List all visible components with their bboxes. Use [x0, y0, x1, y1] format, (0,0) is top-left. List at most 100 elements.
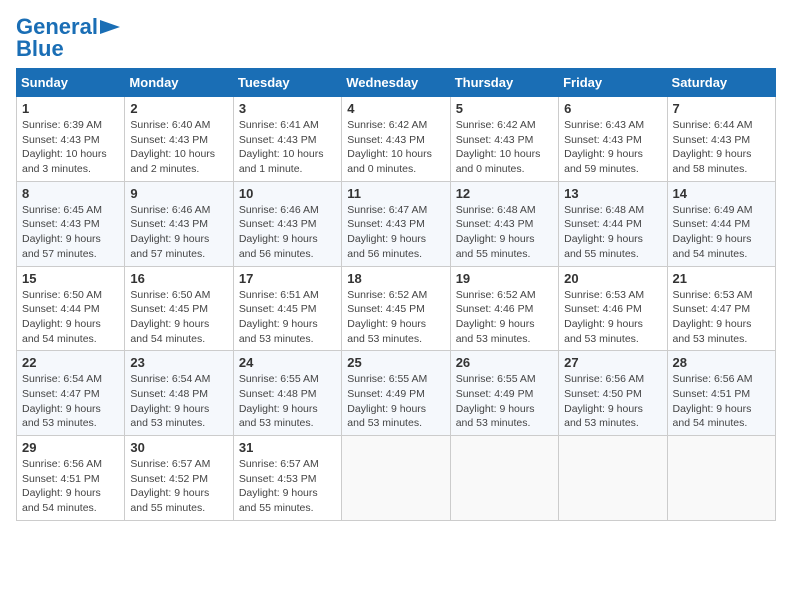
day-info: Sunrise: 6:55 AM Sunset: 4:48 PM Dayligh…: [239, 372, 336, 431]
day-number: 1: [22, 101, 119, 116]
day-number: 7: [673, 101, 770, 116]
header-day-tuesday: Tuesday: [233, 69, 341, 97]
day-info: Sunrise: 6:57 AM Sunset: 4:52 PM Dayligh…: [130, 457, 227, 516]
logo-subtext: Blue: [16, 38, 64, 60]
day-info: Sunrise: 6:53 AM Sunset: 4:47 PM Dayligh…: [673, 288, 770, 347]
calendar-cell: 17 Sunrise: 6:51 AM Sunset: 4:45 PM Dayli…: [233, 266, 341, 351]
day-info: Sunrise: 6:52 AM Sunset: 4:46 PM Dayligh…: [456, 288, 553, 347]
day-number: 24: [239, 355, 336, 370]
day-info: Sunrise: 6:42 AM Sunset: 4:43 PM Dayligh…: [456, 118, 553, 177]
calendar-cell: 6Sunrise: 6:43 AM Sunset: 4:43 PM Daylig…: [559, 97, 667, 182]
day-number: 29: [22, 440, 119, 455]
day-info: Sunrise: 6:42 AM Sunset: 4:43 PM Dayligh…: [347, 118, 444, 177]
day-number: 22: [22, 355, 119, 370]
day-number: 19: [456, 271, 553, 286]
day-number: 5: [456, 101, 553, 116]
calendar-cell: 26 Sunrise: 6:55 AM Sunset: 4:49 PM Dayli…: [450, 351, 558, 436]
calendar-body: 1Sunrise: 6:39 AM Sunset: 4:43 PM Daylig…: [17, 97, 776, 521]
day-number: 20: [564, 271, 661, 286]
day-number: 13: [564, 186, 661, 201]
logo: General Blue: [16, 16, 120, 60]
calendar-cell: 4 Sunrise: 6:42 AM Sunset: 4:43 PM Daylig…: [342, 97, 450, 182]
day-info: Sunrise: 6:46 AM Sunset: 4:43 PM Dayligh…: [130, 203, 227, 262]
header-row: SundayMondayTuesdayWednesdayThursdayFrid…: [17, 69, 776, 97]
day-number: 31: [239, 440, 336, 455]
day-info: Sunrise: 6:46 AM Sunset: 4:43 PM Dayligh…: [239, 203, 336, 262]
day-info: Sunrise: 6:54 AM Sunset: 4:48 PM Dayligh…: [130, 372, 227, 431]
calendar-cell: [667, 436, 775, 521]
day-number: 26: [456, 355, 553, 370]
calendar-cell: 15Sunrise: 6:50 AM Sunset: 4:44 PM Dayli…: [17, 266, 125, 351]
calendar-cell: 19 Sunrise: 6:52 AM Sunset: 4:46 PM Dayli…: [450, 266, 558, 351]
day-number: 8: [22, 186, 119, 201]
day-info: Sunrise: 6:56 AM Sunset: 4:51 PM Dayligh…: [22, 457, 119, 516]
calendar-cell: 28Sunrise: 6:56 AM Sunset: 4:51 PM Dayli…: [667, 351, 775, 436]
day-number: 21: [673, 271, 770, 286]
day-info: Sunrise: 6:50 AM Sunset: 4:45 PM Dayligh…: [130, 288, 227, 347]
day-info: Sunrise: 6:55 AM Sunset: 4:49 PM Dayligh…: [456, 372, 553, 431]
calendar-cell: 31 Sunrise: 6:57 AM Sunset: 4:53 PM Dayli…: [233, 436, 341, 521]
calendar-cell: 27Sunrise: 6:56 AM Sunset: 4:50 PM Dayli…: [559, 351, 667, 436]
header-day-monday: Monday: [125, 69, 233, 97]
calendar-cell: 24 Sunrise: 6:55 AM Sunset: 4:48 PM Dayli…: [233, 351, 341, 436]
day-info: Sunrise: 6:49 AM Sunset: 4:44 PM Dayligh…: [673, 203, 770, 262]
calendar-week-1: 1Sunrise: 6:39 AM Sunset: 4:43 PM Daylig…: [17, 97, 776, 182]
calendar-cell: 22 Sunrise: 6:54 AM Sunset: 4:47 PM Dayli…: [17, 351, 125, 436]
day-info: Sunrise: 6:40 AM Sunset: 4:43 PM Dayligh…: [130, 118, 227, 177]
day-number: 28: [673, 355, 770, 370]
header-day-sunday: Sunday: [17, 69, 125, 97]
logo-text: General: [16, 16, 98, 38]
day-number: 15: [22, 271, 119, 286]
calendar-cell: 7 Sunrise: 6:44 AM Sunset: 4:43 PM Daylig…: [667, 97, 775, 182]
calendar-week-5: 29 Sunrise: 6:56 AM Sunset: 4:51 PM Dayli…: [17, 436, 776, 521]
calendar-cell: [450, 436, 558, 521]
calendar-cell: 12Sunrise: 6:48 AM Sunset: 4:43 PM Dayli…: [450, 181, 558, 266]
calendar-cell: 30 Sunrise: 6:57 AM Sunset: 4:52 PM Dayli…: [125, 436, 233, 521]
day-info: Sunrise: 6:54 AM Sunset: 4:47 PM Dayligh…: [22, 372, 119, 431]
day-number: 18: [347, 271, 444, 286]
calendar-table: SundayMondayTuesdayWednesdayThursdayFrid…: [16, 68, 776, 521]
day-info: Sunrise: 6:44 AM Sunset: 4:43 PM Dayligh…: [673, 118, 770, 177]
calendar-cell: 25 Sunrise: 6:55 AM Sunset: 4:49 PM Dayli…: [342, 351, 450, 436]
day-number: 17: [239, 271, 336, 286]
header-day-friday: Friday: [559, 69, 667, 97]
calendar-cell: 18 Sunrise: 6:52 AM Sunset: 4:45 PM Dayli…: [342, 266, 450, 351]
day-number: 12: [456, 186, 553, 201]
calendar-cell: 23 Sunrise: 6:54 AM Sunset: 4:48 PM Dayli…: [125, 351, 233, 436]
day-number: 27: [564, 355, 661, 370]
calendar-cell: 9 Sunrise: 6:46 AM Sunset: 4:43 PM Daylig…: [125, 181, 233, 266]
day-number: 23: [130, 355, 227, 370]
calendar-cell: 11Sunrise: 6:47 AM Sunset: 4:43 PM Dayli…: [342, 181, 450, 266]
calendar-cell: [559, 436, 667, 521]
calendar-cell: 8 Sunrise: 6:45 AM Sunset: 4:43 PM Daylig…: [17, 181, 125, 266]
calendar-cell: 14 Sunrise: 6:49 AM Sunset: 4:44 PM Dayli…: [667, 181, 775, 266]
calendar-cell: 5 Sunrise: 6:42 AM Sunset: 4:43 PM Daylig…: [450, 97, 558, 182]
calendar-header: SundayMondayTuesdayWednesdayThursdayFrid…: [17, 69, 776, 97]
page-header: General Blue: [16, 16, 776, 60]
day-info: Sunrise: 6:48 AM Sunset: 4:44 PM Dayligh…: [564, 203, 661, 262]
header-day-saturday: Saturday: [667, 69, 775, 97]
day-info: Sunrise: 6:41 AM Sunset: 4:43 PM Dayligh…: [239, 118, 336, 177]
calendar-cell: 2 Sunrise: 6:40 AM Sunset: 4:43 PM Daylig…: [125, 97, 233, 182]
day-number: 25: [347, 355, 444, 370]
day-number: 30: [130, 440, 227, 455]
day-number: 16: [130, 271, 227, 286]
day-number: 9: [130, 186, 227, 201]
day-info: Sunrise: 6:53 AM Sunset: 4:46 PM Dayligh…: [564, 288, 661, 347]
day-info: Sunrise: 6:51 AM Sunset: 4:45 PM Dayligh…: [239, 288, 336, 347]
day-number: 3: [239, 101, 336, 116]
calendar-cell: 16 Sunrise: 6:50 AM Sunset: 4:45 PM Dayli…: [125, 266, 233, 351]
day-info: Sunrise: 6:52 AM Sunset: 4:45 PM Dayligh…: [347, 288, 444, 347]
header-day-wednesday: Wednesday: [342, 69, 450, 97]
day-number: 6: [564, 101, 661, 116]
day-info: Sunrise: 6:45 AM Sunset: 4:43 PM Dayligh…: [22, 203, 119, 262]
calendar-week-4: 22 Sunrise: 6:54 AM Sunset: 4:47 PM Dayli…: [17, 351, 776, 436]
day-number: 14: [673, 186, 770, 201]
calendar-cell: 1Sunrise: 6:39 AM Sunset: 4:43 PM Daylig…: [17, 97, 125, 182]
day-number: 2: [130, 101, 227, 116]
calendar-cell: 3 Sunrise: 6:41 AM Sunset: 4:43 PM Daylig…: [233, 97, 341, 182]
day-info: Sunrise: 6:57 AM Sunset: 4:53 PM Dayligh…: [239, 457, 336, 516]
day-info: Sunrise: 6:55 AM Sunset: 4:49 PM Dayligh…: [347, 372, 444, 431]
calendar-cell: 13 Sunrise: 6:48 AM Sunset: 4:44 PM Dayli…: [559, 181, 667, 266]
day-number: 4: [347, 101, 444, 116]
